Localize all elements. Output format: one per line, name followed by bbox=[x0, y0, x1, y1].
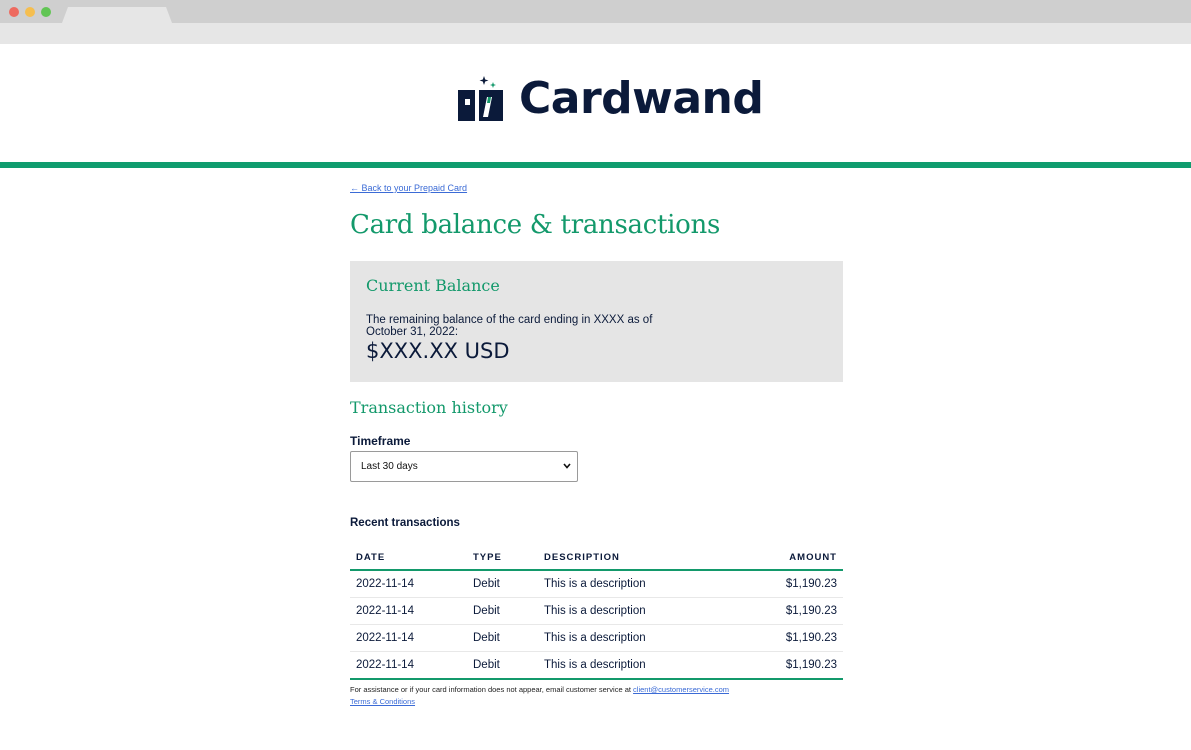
cell-date: 2022-11-14 bbox=[350, 597, 467, 625]
cell-date: 2022-11-14 bbox=[350, 651, 467, 680]
balance-description: The remaining balance of the card ending… bbox=[366, 314, 653, 338]
cell-type: Debit bbox=[467, 651, 538, 680]
header-accent-bar bbox=[0, 162, 1191, 168]
table-row: 2022-11-14 Debit This is a description $… bbox=[350, 624, 843, 652]
minimize-window-dot[interactable] bbox=[25, 7, 35, 17]
cell-amount: $1,190.23 bbox=[734, 651, 843, 680]
terms-and-conditions-link[interactable]: Terms & Conditions bbox=[350, 697, 415, 706]
assistance-note: For assistance or if your card informati… bbox=[350, 685, 729, 694]
cell-type: Debit bbox=[467, 597, 538, 625]
column-header-description: DESCRIPTION bbox=[538, 545, 735, 571]
cell-type: Debit bbox=[467, 570, 538, 598]
cell-date: 2022-11-14 bbox=[350, 624, 467, 652]
assistance-text: For assistance or if your card informati… bbox=[350, 685, 634, 694]
browser-tab[interactable] bbox=[62, 7, 172, 23]
transactions-table: DATE TYPE DESCRIPTION AMOUNT 2022-11-14 … bbox=[350, 545, 843, 680]
column-header-type: TYPE bbox=[467, 545, 538, 571]
current-balance-card: Current Balance The remaining balance of… bbox=[350, 261, 843, 382]
table-row: 2022-11-14 Debit This is a description $… bbox=[350, 651, 843, 680]
timeframe-selected-value: Last 30 days bbox=[361, 461, 418, 472]
cell-description: This is a description bbox=[538, 597, 735, 625]
site-header: Cardwand bbox=[0, 44, 1191, 162]
maximize-window-dot[interactable] bbox=[41, 7, 51, 17]
cell-amount: $1,190.23 bbox=[734, 624, 843, 652]
recent-transactions-label: Recent transactions bbox=[350, 517, 460, 529]
page-title: Card balance & transactions bbox=[350, 210, 720, 240]
balance-amount: $XXX.XX USD bbox=[366, 339, 510, 363]
customer-service-email-link[interactable]: client@customerservice.com bbox=[633, 685, 729, 694]
transaction-history-heading: Transaction history bbox=[350, 398, 508, 417]
table-header-row: DATE TYPE DESCRIPTION AMOUNT bbox=[350, 545, 843, 571]
card-wand-icon bbox=[458, 76, 503, 121]
cell-description: This is a description bbox=[538, 651, 735, 680]
column-header-date: DATE bbox=[350, 545, 467, 571]
cell-amount: $1,190.23 bbox=[734, 597, 843, 625]
cell-amount: $1,190.23 bbox=[734, 570, 843, 598]
cardwand-logo: Cardwand bbox=[457, 73, 764, 124]
table-row: 2022-11-14 Debit This is a description $… bbox=[350, 597, 843, 625]
back-to-prepaid-card-link[interactable]: ← Back to your Prepaid Card bbox=[350, 183, 467, 193]
chevron-down-icon bbox=[563, 463, 571, 469]
balance-heading: Current Balance bbox=[366, 276, 500, 295]
table-row: 2022-11-14 Debit This is a description $… bbox=[350, 570, 843, 598]
timeframe-label: Timeframe bbox=[350, 434, 411, 448]
browser-titlebar bbox=[0, 0, 1191, 23]
cell-date: 2022-11-14 bbox=[350, 570, 467, 598]
cell-description: This is a description bbox=[538, 624, 735, 652]
brand-name: Cardwand bbox=[519, 73, 764, 124]
timeframe-select[interactable]: Last 30 days bbox=[350, 451, 578, 482]
cell-description: This is a description bbox=[538, 570, 735, 598]
column-header-amount: AMOUNT bbox=[734, 545, 843, 571]
cell-type: Debit bbox=[467, 624, 538, 652]
browser-toolbar bbox=[0, 23, 1191, 44]
close-window-dot[interactable] bbox=[9, 7, 19, 17]
